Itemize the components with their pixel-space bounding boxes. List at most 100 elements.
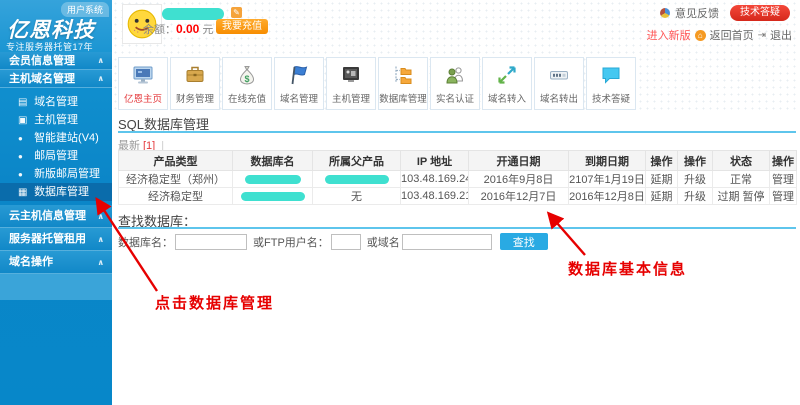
back-home-link[interactable]: 返回首页: [710, 27, 754, 43]
sidebar-group-label: 域名操作: [9, 256, 53, 268]
manage-link[interactable]: 管理: [770, 171, 797, 188]
sidebar-item-database-manage[interactable]: 数据库管理: [0, 183, 112, 201]
col-expire-date: 到期日期: [569, 151, 646, 171]
topbar-links-row1: 意见反馈 技术答疑: [660, 5, 790, 21]
sidebar-group-label: 服务器托管租用: [9, 233, 86, 245]
cell-parent: [313, 171, 401, 188]
folder-tree-icon: [391, 60, 415, 90]
toolbar-item-realname-auth[interactable]: 实名认证: [430, 57, 480, 110]
toolbar-label: 实名认证: [436, 90, 474, 104]
sidebar-item-label: 主机管理: [34, 114, 78, 126]
toolbar-label: 技术答疑: [592, 90, 630, 104]
table-row: 经济稳定型（郑州） 103.48.169.24 2016年9月8日 2107年1…: [119, 171, 797, 188]
logout-icon: [758, 30, 766, 41]
toolbar-item-recharge[interactable]: $ 在线充值: [222, 57, 272, 110]
balance-unit: 元: [202, 24, 213, 36]
toolbar-item-host-manage[interactable]: 主机管理: [326, 57, 376, 110]
domain-label: 或域名: [367, 234, 400, 250]
bullet-icon: [18, 129, 31, 148]
db-name-input[interactable]: [175, 234, 247, 250]
cell-expire-date: 2016年12月8日: [569, 188, 646, 205]
sidebar-item-site-builder[interactable]: 智能建站(V4): [0, 129, 112, 147]
cell-expire-date: 2107年1月19日: [569, 171, 646, 188]
upgrade-link[interactable]: 升级: [678, 171, 713, 188]
sidebar-group-domain-ops[interactable]: 域名操作: [0, 251, 112, 274]
sidebar-submenu: 域名管理 主机管理 智能建站(V4) 邮局管理 新版邮局管理 数据库管理: [0, 88, 112, 205]
toolbar-item-domain-transfer-in[interactable]: 域名转入: [482, 57, 532, 110]
logo-block: 用户系统 亿恩科技 专注服务器托管17年: [0, 0, 112, 52]
table-header-row: 产品类型 数据库名 所属父产品 IP 地址 开通日期 到期日期 操作 操作 状态…: [119, 151, 797, 171]
sidebar-group-host-domain[interactable]: 主机域名管理: [0, 70, 112, 88]
people-icon: [443, 60, 467, 90]
sidebar-item-label: 新版邮局管理: [34, 168, 100, 180]
cell-product-type: 经济稳定型: [119, 188, 233, 205]
speech-bubble-icon: [599, 60, 623, 90]
feedback-link[interactable]: 意见反馈: [675, 5, 719, 21]
sidebar-item-label: 数据库管理: [34, 186, 89, 198]
logout-link[interactable]: 退出: [770, 27, 792, 43]
sidebar-item-label: 智能建站(V4): [34, 132, 99, 144]
sidebar-item-newmail-manage[interactable]: 新版邮局管理: [0, 165, 112, 183]
cell-product-type: 经济稳定型（郑州）: [119, 171, 233, 188]
col-status: 状态: [713, 151, 770, 171]
manage-link[interactable]: 管理: [770, 188, 797, 205]
svg-text:$: $: [244, 74, 249, 84]
delay-link[interactable]: 延期: [646, 171, 678, 188]
feedback-pie-icon: [660, 8, 670, 18]
sidebar-item-host-manage[interactable]: 主机管理: [0, 111, 112, 129]
chevron-up-icon: [98, 251, 105, 274]
main-area: 余额：0.00 元 我要充值 意见反馈 技术答疑 进入新版 返回首页 退出 亿恩…: [112, 0, 800, 405]
chevron-up-icon: [98, 52, 105, 70]
sidebar-item-mail-manage[interactable]: 邮局管理: [0, 147, 112, 165]
section-divider: [118, 227, 796, 229]
sidebar-item-domain-manage[interactable]: 域名管理: [0, 93, 112, 111]
toolbar-item-finance[interactable]: 财务管理: [170, 57, 220, 110]
sidebar: 用户系统 亿恩科技 专注服务器托管17年 会员信息管理 主机域名管理 域名管理 …: [0, 0, 112, 405]
monitor-icon: [18, 111, 31, 130]
sidebar-group-label: 会员信息管理: [9, 55, 75, 67]
domain-input[interactable]: [402, 234, 492, 250]
enter-new-version-link[interactable]: 进入新版: [647, 27, 691, 43]
bullet-icon: [18, 147, 31, 166]
toolbar-item-tech-qa[interactable]: 技术答疑: [586, 57, 636, 110]
toolbar-item-domain-manage[interactable]: 域名管理: [274, 57, 324, 110]
balance-value: 0.00: [176, 22, 199, 36]
briefcase-icon: [183, 60, 207, 90]
censored-blob: [325, 175, 389, 184]
chevron-up-icon: [98, 70, 105, 88]
toolbar: 亿恩主页 财务管理 $ 在线充值 域名管理 主机管理: [118, 57, 636, 110]
toolbar-item-home[interactable]: 亿恩主页: [118, 57, 168, 110]
sidebar-group-cloud-host[interactable]: 云主机信息管理: [0, 205, 112, 228]
server-strip-icon: [547, 60, 571, 90]
status-cell: 过期 暂停: [713, 188, 770, 205]
toolbar-label: 数据库管理: [379, 90, 427, 104]
toolbar-item-database-manage[interactable]: 数据库管理: [378, 57, 428, 110]
chevron-up-icon: [98, 228, 105, 251]
moneybag-icon: $: [235, 60, 259, 90]
toolbar-label: 域名管理: [280, 90, 318, 104]
cell-db-name: [233, 188, 313, 205]
sidebar-group-server-hosting[interactable]: 服务器托管租用: [0, 228, 112, 251]
col-parent-product: 所属父产品: [313, 151, 401, 171]
db-name-label: 数据库名：: [118, 234, 173, 250]
database-icon: [18, 183, 31, 202]
sidebar-group-member-info[interactable]: 会员信息管理: [0, 52, 112, 70]
find-button[interactable]: 查找: [500, 233, 548, 250]
recharge-button[interactable]: 我要充值: [216, 19, 268, 34]
ftp-user-input[interactable]: [331, 234, 361, 250]
sidebar-spacer-band: [0, 274, 112, 300]
cell-open-date: 2016年12月7日: [469, 188, 569, 205]
sidebar-group-label: 云主机信息管理: [9, 210, 86, 222]
tech-support-button[interactable]: 技术答疑: [730, 5, 790, 21]
toolbar-item-domain-transfer-out[interactable]: 域名转出: [534, 57, 584, 110]
delay-link[interactable]: 延期: [646, 188, 678, 205]
edit-icon[interactable]: [231, 7, 242, 18]
sidebar-item-label: 域名管理: [34, 96, 78, 108]
toolbar-label: 在线充值: [228, 90, 266, 104]
cell-ip: 103.48.169.21: [401, 188, 469, 205]
col-open-date: 开通日期: [469, 151, 569, 171]
host-monitor-icon: [339, 60, 363, 90]
database-table: 产品类型 数据库名 所属父产品 IP 地址 开通日期 到期日期 操作 操作 状态…: [118, 150, 797, 205]
cell-db-name: [233, 171, 313, 188]
upgrade-link[interactable]: 升级: [678, 188, 713, 205]
